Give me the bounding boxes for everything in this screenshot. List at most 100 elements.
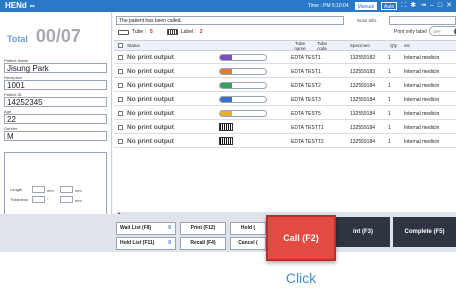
tube-icon [118, 29, 129, 35]
row-tube-code: T2 [318, 139, 324, 145]
row-checkbox[interactable] [118, 139, 123, 144]
complete-button[interactable]: Complete (F5) [393, 217, 456, 247]
app-window: HENd ∞ Time : PM 5:10:04 Manual Auto ⛶ ✱ … [0, 0, 456, 252]
row-qty: 1 [388, 97, 391, 103]
length-input-1[interactable] [32, 186, 45, 193]
row-checkbox[interactable] [118, 111, 123, 116]
row-etc: Internal medicin [404, 69, 440, 75]
scan-info-input[interactable] [389, 16, 456, 25]
message-box: The patient has been called. [116, 16, 344, 25]
col-qty: Qty [390, 43, 398, 48]
tube-icon [219, 68, 267, 75]
row-tube-name: EDTA TEST [291, 139, 318, 145]
minimize-icon[interactable]: ‒ [430, 1, 434, 10]
click-caption: Click [285, 270, 317, 286]
table-header: Status Tube name Tube code Specimen Qty … [114, 40, 456, 51]
length-unit-2: mm [75, 188, 82, 193]
row-qty: 1 [388, 111, 391, 117]
col-etc: etc [404, 43, 411, 48]
row-status: No print output [127, 138, 174, 145]
cancel-button[interactable]: Cancel ( [230, 237, 266, 250]
row-specimen: 132559182 [350, 55, 376, 61]
table-row[interactable]: No print output EDTA TEST T2 132559184 1 Inte… [114, 135, 456, 148]
tube-icon [219, 54, 267, 61]
print-only-label-text: Print only label [394, 29, 427, 35]
gear-icon[interactable]: ✱ [410, 1, 416, 10]
patient-id-field[interactable]: 14252345 [4, 97, 107, 107]
row-specimen: 132559184 [350, 83, 376, 89]
mode-auto-button[interactable]: Auto [381, 1, 398, 10]
row-etc: Internal medicin [404, 55, 440, 61]
thickness-input-1[interactable] [32, 196, 45, 203]
fullscreen-icon[interactable]: ⛶ [401, 1, 406, 10]
print-button[interactable]: Print (F12) [180, 222, 226, 235]
age-field[interactable]: 22 [4, 114, 107, 124]
table-row[interactable]: No print output EDTA TEST 1 132559182 1 Inter… [114, 51, 456, 64]
row-tube-code: 1 [318, 69, 321, 75]
clock: Time : PM 5:10:04 [307, 2, 349, 9]
table-row[interactable]: No print output EDTA TEST T1 132559184 1 Inte… [114, 121, 456, 134]
hold-list-button[interactable]: Hold List (F11) 0 [116, 237, 176, 250]
row-qty: 1 [388, 139, 391, 145]
select-all-checkbox[interactable] [118, 43, 123, 48]
row-tube-code: 3 [318, 97, 321, 103]
length-input-2[interactable] [60, 186, 73, 193]
row-qty: 1 [388, 69, 391, 75]
wait-count: 0 [168, 225, 171, 231]
reprint-button[interactable]: int (F3) [336, 217, 390, 247]
row-checkbox[interactable] [118, 55, 123, 60]
label-count-label: Label : [180, 29, 196, 35]
tube-count-label: Tube : [132, 29, 146, 35]
tube-cap [220, 69, 232, 74]
table-row[interactable]: No print output EDTA TEST 2 132559184 1 Inter… [114, 79, 456, 92]
thickness-input-2[interactable] [60, 196, 73, 203]
barcode-label-icon [166, 29, 178, 35]
patient-panel: Total 00/07 Patient Name Jisung Park Rec… [0, 12, 112, 218]
row-checkbox[interactable] [118, 125, 123, 130]
title-bar: HENd ∞ Time : PM 5:10:04 Manual Auto ⛶ ✱ … [0, 0, 456, 12]
print-only-toggle[interactable]: OFF [429, 26, 456, 36]
row-specimen: 132559184 [350, 125, 376, 131]
row-status: No print output [127, 82, 174, 89]
row-checkbox[interactable] [118, 69, 123, 74]
tube-icon [219, 82, 267, 89]
row-tube-name: EDTA TEST [291, 69, 318, 75]
tube-label-counts: Tube : 5 Label : 2 [118, 29, 217, 35]
recall-button[interactable]: Recall (F4) [180, 237, 226, 250]
call-button[interactable]: Call (F2) [266, 215, 336, 261]
row-etc: Internal medicin [404, 125, 440, 131]
thickness-label: Thickness [10, 197, 29, 202]
main-panel: The patient has been called. Scan Info. … [113, 12, 456, 216]
mode-manual-button[interactable]: Manual [354, 1, 378, 10]
row-checkbox[interactable] [118, 97, 123, 102]
row-etc: Internal medicin [404, 97, 440, 103]
row-status: No print output [127, 68, 174, 75]
tube-count: 5 [150, 29, 153, 35]
table-row[interactable]: No print output EDTA TEST 5 132559184 1 Inter… [114, 107, 456, 120]
tube-cap [220, 55, 232, 60]
close-icon[interactable]: ✕ [446, 1, 452, 10]
col-tube-code: Tube code [316, 41, 328, 51]
col-specimen: Specimen [350, 43, 371, 48]
row-tube-name: EDTA TEST [291, 125, 318, 131]
row-specimen: 132559184 [350, 111, 376, 117]
hold-button[interactable]: Hold ( [230, 222, 266, 235]
row-checkbox[interactable] [118, 83, 123, 88]
gender-field[interactable]: M [4, 131, 107, 141]
wait-list-button[interactable]: Wait List (F8) 0 [116, 222, 176, 235]
length-unit: mm [47, 188, 54, 193]
table-row[interactable]: No print output EDTA TEST 3 132559184 1 Inter… [114, 93, 456, 106]
patient-name-field[interactable]: Jisung Park [4, 63, 107, 73]
row-tube-code: 1 [318, 55, 321, 61]
reception-field[interactable]: 1001 [4, 80, 107, 90]
tube-shape-panel: Length mm mm Thickness ° mm [4, 152, 107, 218]
table-row[interactable]: No print output EDTA TEST 1 132559183 1 Inter… [114, 65, 456, 78]
maximize-icon[interactable]: □ [438, 1, 442, 10]
title-bar-right: Time : PM 5:10:04 Manual Auto ⛶ ✱ ⇥ ‒ □ … [308, 1, 452, 10]
row-specimen: 132559184 [350, 139, 376, 145]
tube-icon [219, 110, 267, 117]
thickness-unit-deg: ° [47, 197, 49, 202]
col-status: Status [127, 43, 140, 48]
tube-cap [220, 83, 232, 88]
logout-icon[interactable]: ⇥ [420, 1, 426, 10]
